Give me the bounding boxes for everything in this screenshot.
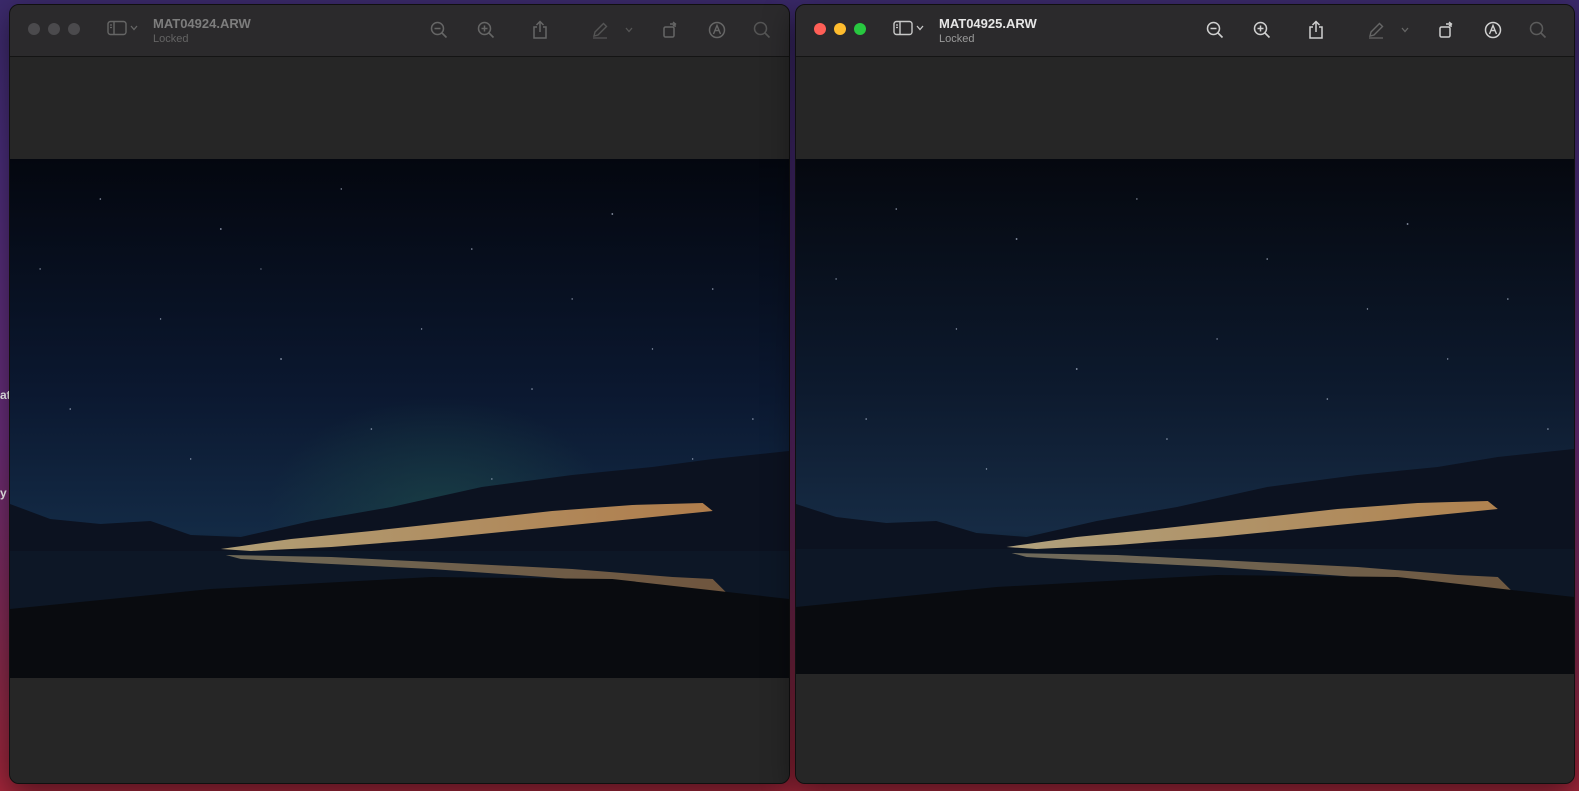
share-icon <box>533 20 547 39</box>
chevron-down-icon <box>625 27 633 33</box>
rotate-button[interactable] <box>659 19 681 41</box>
sidebar-toggle-button[interactable] <box>893 20 924 36</box>
window-controls <box>814 23 866 35</box>
chevron-down-icon <box>916 25 924 31</box>
share-button[interactable] <box>1305 19 1327 41</box>
minimize-button[interactable] <box>48 23 60 35</box>
rotate-icon <box>1439 21 1453 38</box>
document-view[interactable] <box>10 57 789 783</box>
chevron-down-icon <box>1401 27 1409 33</box>
zoom-out-icon <box>1206 21 1224 39</box>
annotate-button[interactable] <box>706 19 728 41</box>
zoom-in-button[interactable] <box>1251 19 1273 41</box>
search-button[interactable] <box>1527 19 1549 41</box>
close-button[interactable] <box>28 23 40 35</box>
zoom-in-icon <box>1253 21 1271 39</box>
zoom-out-icon <box>430 21 448 39</box>
window-title: MAT04924.ARW Locked <box>153 16 251 46</box>
document-filename: MAT04924.ARW <box>153 16 251 31</box>
window-title: MAT04925.ARW Locked <box>939 16 1037 46</box>
search-icon <box>753 21 771 39</box>
document-view[interactable] <box>796 57 1574 783</box>
search-button[interactable] <box>751 19 773 41</box>
preview-window-right[interactable]: MAT04925.ARW Locked <box>795 4 1575 784</box>
zoom-out-button[interactable] <box>1204 19 1226 41</box>
preview-window-left[interactable]: MAT04924.ARW Locked <box>9 4 790 784</box>
rotate-icon <box>663 21 677 38</box>
minimize-button[interactable] <box>834 23 846 35</box>
annotate-icon <box>708 21 726 39</box>
zoom-button[interactable] <box>68 23 80 35</box>
annotate-icon <box>1484 21 1502 39</box>
night-landscape-photo <box>796 159 1574 674</box>
markup-menu-button[interactable] <box>623 19 635 41</box>
sidebar-toggle-button[interactable] <box>107 20 138 36</box>
markup-pen-icon <box>1369 22 1384 39</box>
desktop-text-fragment-2: y <box>0 486 7 500</box>
share-icon <box>1309 20 1323 39</box>
window-controls <box>28 23 80 35</box>
chevron-down-icon <box>130 25 138 31</box>
sidebar-icon <box>107 20 127 36</box>
annotate-button[interactable] <box>1482 19 1504 41</box>
document-filename: MAT04925.ARW <box>939 16 1037 31</box>
zoom-out-button[interactable] <box>428 19 450 41</box>
markup-button[interactable] <box>589 19 611 41</box>
document-status: Locked <box>153 33 189 45</box>
sidebar-icon <box>893 20 913 36</box>
markup-pen-icon <box>593 22 608 39</box>
titlebar[interactable]: MAT04925.ARW Locked <box>796 5 1574 57</box>
share-button[interactable] <box>529 19 551 41</box>
zoom-in-icon <box>477 21 495 39</box>
markup-button[interactable] <box>1365 19 1387 41</box>
close-button[interactable] <box>814 23 826 35</box>
titlebar[interactable]: MAT04924.ARW Locked <box>10 5 789 57</box>
document-status: Locked <box>939 33 975 45</box>
night-landscape-photo <box>10 159 789 678</box>
zoom-in-button[interactable] <box>475 19 497 41</box>
search-icon <box>1529 21 1547 39</box>
markup-menu-button[interactable] <box>1399 19 1411 41</box>
rotate-button[interactable] <box>1435 19 1457 41</box>
zoom-button[interactable] <box>854 23 866 35</box>
